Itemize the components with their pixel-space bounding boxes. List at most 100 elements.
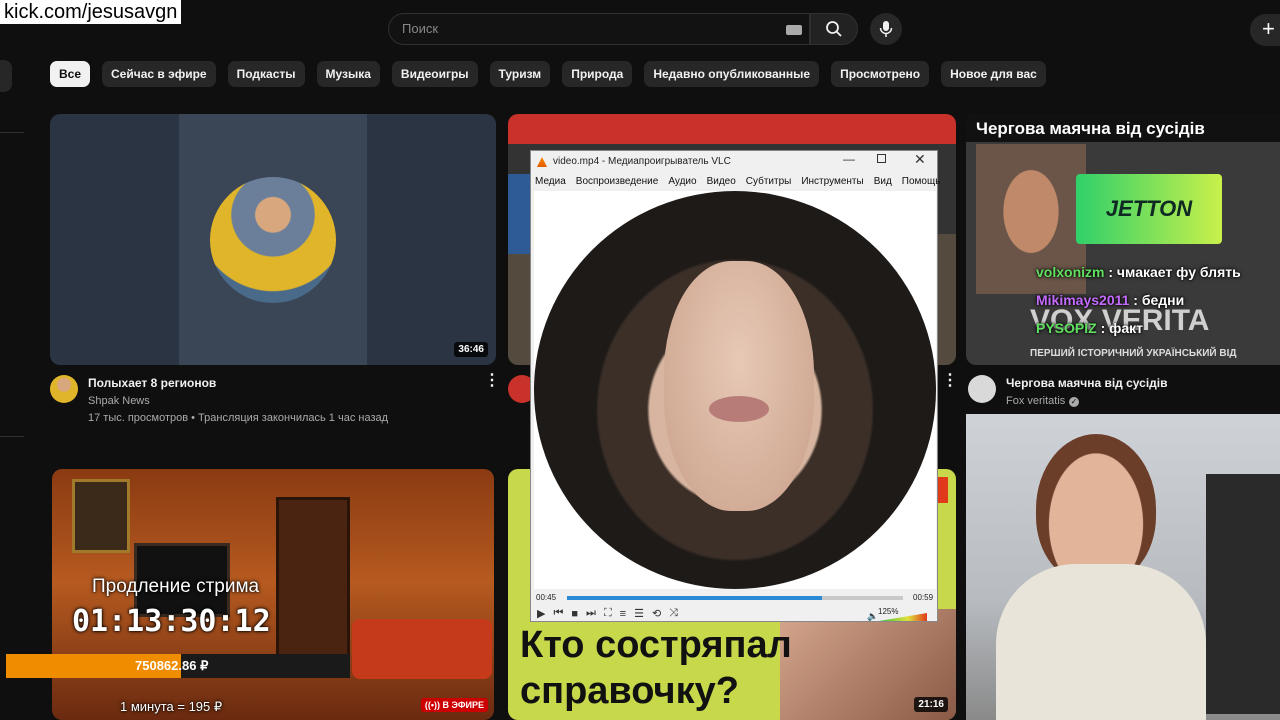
- sponsor-banner: JETTON: [1076, 174, 1222, 244]
- sponsor-logo: JETTON: [1105, 196, 1193, 221]
- live-icon: ((•)): [424, 700, 443, 710]
- volume-label: 125%: [878, 607, 899, 616]
- video-meta: 17 тыс. просмотров • Трансляция закончил…: [88, 412, 389, 424]
- channel-avatar-image: [210, 177, 336, 303]
- close-button[interactable]: ✕: [914, 151, 926, 168]
- verified-icon: ✓: [1069, 397, 1079, 407]
- duration-badge: 21:16: [914, 697, 948, 712]
- chip-live[interactable]: Сейчас в эфире: [102, 61, 216, 87]
- loop-icon[interactable]: ⟲: [652, 607, 661, 620]
- chip-new[interactable]: Новое для вас: [941, 61, 1046, 87]
- vlc-window[interactable]: video.mp4 - Медиапроигрыватель VLC — ✕ М…: [530, 150, 940, 622]
- video-frame: [534, 191, 936, 589]
- menu-playback[interactable]: Воспроизведение: [576, 176, 659, 187]
- chip-watched[interactable]: Просмотрено: [831, 61, 930, 87]
- chip-all[interactable]: Все: [50, 61, 91, 87]
- chip-videogames[interactable]: Видеоигры: [391, 61, 478, 87]
- next-icon[interactable]: ⏭: [586, 607, 596, 620]
- create-button[interactable]: +: [1250, 14, 1280, 46]
- play-icon[interactable]: ▶: [537, 607, 545, 620]
- video-title[interactable]: Полыхает 8 регионов: [88, 376, 216, 390]
- chat-text: : чмакает фу блять: [1108, 264, 1241, 280]
- search-icon: [826, 21, 842, 37]
- total-time: 00:59: [913, 593, 934, 602]
- menu-help[interactable]: Помощь: [902, 176, 941, 187]
- voice-search-button[interactable]: [870, 13, 902, 45]
- chat-message: PYSOPIZ : факт: [1036, 320, 1143, 336]
- stream-timer: 01:13:30:12: [72, 604, 271, 639]
- webcam-head: [1036, 434, 1156, 584]
- video-face: [664, 261, 814, 511]
- video-title[interactable]: Чергова маячна від сусідів: [1006, 376, 1168, 390]
- maximize-button[interactable]: [877, 154, 886, 163]
- duration-badge: 36:46: [454, 342, 488, 357]
- menu-audio[interactable]: Аудио: [668, 176, 696, 187]
- chip-recent[interactable]: Недавно опубликованные: [644, 61, 820, 87]
- stop-icon[interactable]: ■: [571, 608, 578, 620]
- microphone-icon: [879, 21, 893, 37]
- webcam-feed: [966, 414, 1280, 720]
- sidebar-divider: [0, 436, 24, 437]
- chat-text: : факт: [1100, 320, 1144, 336]
- video-lips: [709, 396, 769, 422]
- previous-icon[interactable]: ⏮: [553, 607, 563, 620]
- channel-url-overlay: kick.com/jesusavgn: [0, 0, 182, 24]
- chip-tourism[interactable]: Туризм: [489, 61, 551, 87]
- donation-total: 750862.86 ₽: [135, 658, 209, 673]
- more-options-button[interactable]: ⋮: [484, 373, 500, 389]
- filter-chips: Все Сейчас в эфире Подкасты Музыка Видео…: [50, 61, 1046, 87]
- elapsed-time: 00:45: [536, 593, 557, 602]
- menu-media[interactable]: Медиа: [535, 176, 566, 187]
- volume-icon[interactable]: 🔈: [867, 611, 878, 622]
- chat-message: Mikimays2011 : бедни: [1036, 292, 1184, 308]
- menu-video[interactable]: Видео: [707, 176, 736, 187]
- menu-view[interactable]: Вид: [874, 176, 892, 187]
- thumbnail-title: Кто состряпал справочку?: [520, 624, 792, 712]
- vlc-controls: ▶ ⏮ ■ ⏭ ⛶ ≡ ☰ ⟲ ⤨: [537, 607, 678, 620]
- playlist-icon[interactable]: ☰: [634, 607, 644, 620]
- more-options-button[interactable]: ⋮: [942, 373, 958, 389]
- extended-settings-icon[interactable]: ≡: [620, 608, 626, 620]
- channel-avatar[interactable]: [968, 375, 996, 403]
- thumbnail-title: Чергова маячна від сусідів: [976, 119, 1205, 138]
- thumbnail-sofa: [352, 619, 492, 679]
- search-button[interactable]: [810, 13, 858, 45]
- minimize-button[interactable]: —: [843, 152, 855, 166]
- thumbnail-cabinet: [276, 497, 350, 657]
- seek-bar-fill: [567, 596, 823, 600]
- keyboard-icon[interactable]: [786, 25, 802, 35]
- chat-username: PYSOPIZ: [1036, 320, 1097, 336]
- live-label: В ЭФИРЕ: [442, 700, 484, 710]
- search-box[interactable]: [388, 13, 810, 45]
- fullscreen-icon[interactable]: ⛶: [604, 607, 612, 620]
- seek-bar[interactable]: [567, 596, 903, 600]
- chip-music[interactable]: Музыка: [316, 61, 380, 87]
- channel-avatar[interactable]: [50, 375, 78, 403]
- thumbnail-subtitle: ПЕРШИЙ ІСТОРИЧНИЙ УКРАЇНСЬКИЙ ВІД: [1030, 348, 1237, 359]
- vlc-cone-icon: [537, 157, 547, 167]
- vlc-window-title: video.mp4 - Медиапроигрыватель VLC: [553, 156, 731, 167]
- sidebar-home-item[interactable]: [0, 60, 12, 92]
- sidebar-divider: [0, 132, 24, 133]
- vlc-video-area[interactable]: [534, 191, 936, 589]
- thumbnail-sign: [508, 174, 530, 254]
- vlc-menubar: Медиа Воспроизведение Аудио Видео Субтит…: [535, 176, 940, 187]
- webcam-chair: [1206, 474, 1280, 714]
- chat-message: volxonizm : чмакает фу блять: [1036, 264, 1241, 280]
- channel-name[interactable]: Fox veritatis: [1006, 395, 1065, 407]
- donation-rate: 1 минута = 195 ₽: [120, 699, 223, 714]
- channel-name[interactable]: Shpak News: [88, 395, 150, 407]
- chat-text: : бедни: [1133, 292, 1185, 308]
- live-badge: ((•)) В ЭФИРЕ: [420, 698, 488, 712]
- thumbnail-painting: [72, 479, 130, 553]
- webcam-body: [996, 564, 1206, 720]
- chip-podcasts[interactable]: Подкасты: [227, 61, 305, 87]
- menu-tools[interactable]: Инструменты: [801, 176, 863, 187]
- menu-subtitles[interactable]: Субтитры: [746, 176, 792, 187]
- video-thumbnail[interactable]: 36:46: [50, 114, 496, 365]
- chip-nature[interactable]: Природа: [562, 61, 633, 87]
- extension-label: Продление стрима: [92, 576, 260, 597]
- chat-username: Mikimays2011: [1036, 292, 1130, 308]
- shuffle-icon[interactable]: ⤨: [669, 607, 678, 620]
- search-input[interactable]: Поиск: [402, 21, 438, 36]
